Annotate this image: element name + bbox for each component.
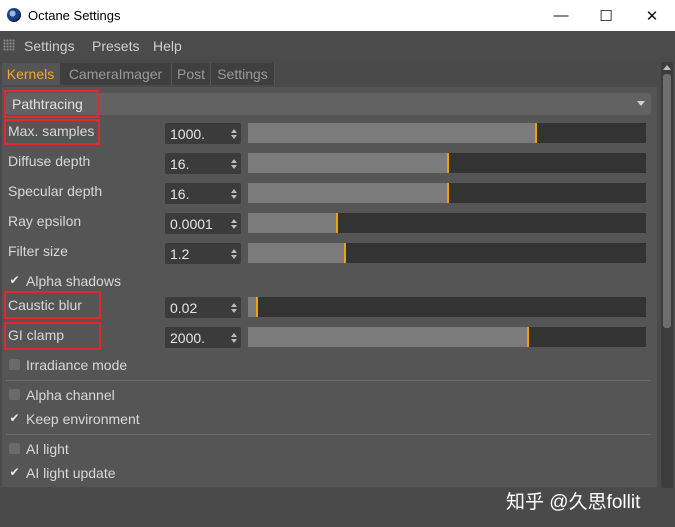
irradiance-mode-label: Irradiance mode bbox=[26, 357, 128, 373]
ai-light-checkbox[interactable] bbox=[9, 443, 20, 454]
caustic-blur-field[interactable]: 0.02 bbox=[165, 297, 241, 318]
window-title: Octane Settings bbox=[28, 8, 121, 23]
specular-depth-slider[interactable] bbox=[248, 183, 646, 203]
spinner-arrows-icon[interactable] bbox=[231, 219, 237, 229]
slider-handle[interactable] bbox=[447, 183, 449, 203]
spinner-arrows-icon[interactable] bbox=[231, 333, 237, 343]
spinner-arrows-icon[interactable] bbox=[231, 249, 237, 259]
specular-depth-value: 16. bbox=[170, 186, 190, 202]
ray-epsilon-value: 0.0001 bbox=[170, 216, 213, 232]
tab-settings[interactable]: Settings bbox=[211, 63, 275, 85]
section-divider bbox=[6, 434, 651, 435]
diffuse-depth-value: 16. bbox=[170, 156, 190, 172]
title-bar: Octane Settings — ☐ ✕ bbox=[0, 0, 675, 31]
slider-fill bbox=[248, 213, 336, 233]
slider-fill bbox=[248, 243, 344, 263]
ray-epsilon-field[interactable]: 0.0001 bbox=[165, 213, 241, 234]
highlight-box bbox=[4, 90, 99, 118]
ai-light-update-label: AI light update bbox=[26, 465, 116, 481]
param-label-diffuse-depth: Diffuse depth bbox=[8, 153, 91, 169]
max-samples-slider[interactable] bbox=[248, 123, 646, 143]
max-samples-field[interactable]: 1000. bbox=[165, 123, 241, 144]
tab-post[interactable]: Post bbox=[172, 63, 211, 85]
slider-handle[interactable] bbox=[447, 153, 449, 173]
caustic-blur-slider[interactable] bbox=[248, 297, 646, 317]
tab-cameraimager[interactable]: CameraImager bbox=[60, 63, 172, 85]
alpha-shadows-checkbox[interactable]: ✔ bbox=[9, 274, 20, 286]
section-divider bbox=[6, 380, 651, 381]
scroll-up-icon[interactable] bbox=[663, 65, 671, 70]
param-label-filter-size: Filter size bbox=[8, 243, 68, 259]
slider-fill bbox=[248, 183, 447, 203]
slider-fill bbox=[248, 327, 527, 347]
slider-handle[interactable] bbox=[336, 213, 338, 233]
highlight-box bbox=[4, 119, 100, 145]
spinner-arrows-icon[interactable] bbox=[231, 159, 237, 169]
menu-bar: Settings Presets Help bbox=[0, 31, 675, 60]
slider-fill bbox=[248, 123, 535, 143]
minimize-button[interactable]: — bbox=[538, 0, 584, 31]
octane-app-icon bbox=[7, 8, 21, 22]
kernel-dropdown[interactable]: Pathtracing bbox=[6, 93, 651, 115]
alpha-channel-label: Alpha channel bbox=[26, 387, 115, 403]
ai-light-update-checkbox[interactable]: ✔ bbox=[9, 466, 20, 478]
param-label-specular-depth: Specular depth bbox=[8, 183, 103, 199]
diffuse-depth-field[interactable]: 16. bbox=[165, 153, 241, 174]
keep-environment-checkbox[interactable]: ✔ bbox=[9, 412, 20, 424]
alpha-channel-checkbox[interactable] bbox=[9, 389, 20, 400]
watermark-text: 知乎 @久思follit bbox=[506, 492, 641, 513]
irradiance-mode-checkbox[interactable] bbox=[9, 359, 20, 370]
filter-size-value: 1.2 bbox=[170, 246, 190, 262]
slider-handle[interactable] bbox=[344, 243, 346, 263]
scrollbar-thumb[interactable] bbox=[663, 74, 671, 328]
caustic-blur-value: 0.02 bbox=[170, 300, 198, 316]
chevron-down-icon bbox=[637, 101, 645, 106]
gi-clamp-field[interactable]: 2000. bbox=[165, 327, 241, 348]
keep-environment-label: Keep environment bbox=[26, 411, 140, 427]
spinner-arrows-icon[interactable] bbox=[231, 129, 237, 139]
spinner-arrows-icon[interactable] bbox=[231, 303, 237, 313]
max-samples-value: 1000. bbox=[170, 126, 206, 142]
vertical-scrollbar[interactable] bbox=[661, 62, 673, 488]
filter-size-slider[interactable] bbox=[248, 243, 646, 263]
slider-handle[interactable] bbox=[256, 297, 258, 317]
menu-settings[interactable]: Settings bbox=[24, 38, 75, 54]
highlight-box bbox=[4, 291, 101, 319]
ray-epsilon-slider[interactable] bbox=[248, 213, 646, 233]
specular-depth-field[interactable]: 16. bbox=[165, 183, 241, 204]
diffuse-depth-slider[interactable] bbox=[248, 153, 646, 173]
ai-light-label: AI light bbox=[26, 441, 69, 457]
tab-bar: Kernels CameraImager Post Settings bbox=[0, 62, 660, 86]
slider-fill bbox=[248, 153, 447, 173]
grip-icon[interactable] bbox=[3, 39, 15, 51]
gi-clamp-slider[interactable] bbox=[248, 327, 646, 347]
maximize-button[interactable]: ☐ bbox=[583, 0, 629, 31]
highlight-box bbox=[4, 322, 101, 350]
alpha-shadows-label: Alpha shadows bbox=[26, 273, 121, 289]
menu-presets[interactable]: Presets bbox=[92, 38, 139, 54]
slider-handle[interactable] bbox=[535, 123, 537, 143]
spinner-arrows-icon[interactable] bbox=[231, 189, 237, 199]
menu-help[interactable]: Help bbox=[153, 38, 182, 54]
tab-kernels[interactable]: Kernels bbox=[2, 63, 60, 85]
close-button[interactable]: ✕ bbox=[629, 0, 675, 31]
param-label-ray-epsilon: Ray epsilon bbox=[8, 213, 82, 229]
gi-clamp-value: 2000. bbox=[170, 330, 206, 346]
slider-handle[interactable] bbox=[527, 327, 529, 347]
slider-fill bbox=[248, 297, 256, 317]
filter-size-field[interactable]: 1.2 bbox=[165, 243, 241, 264]
